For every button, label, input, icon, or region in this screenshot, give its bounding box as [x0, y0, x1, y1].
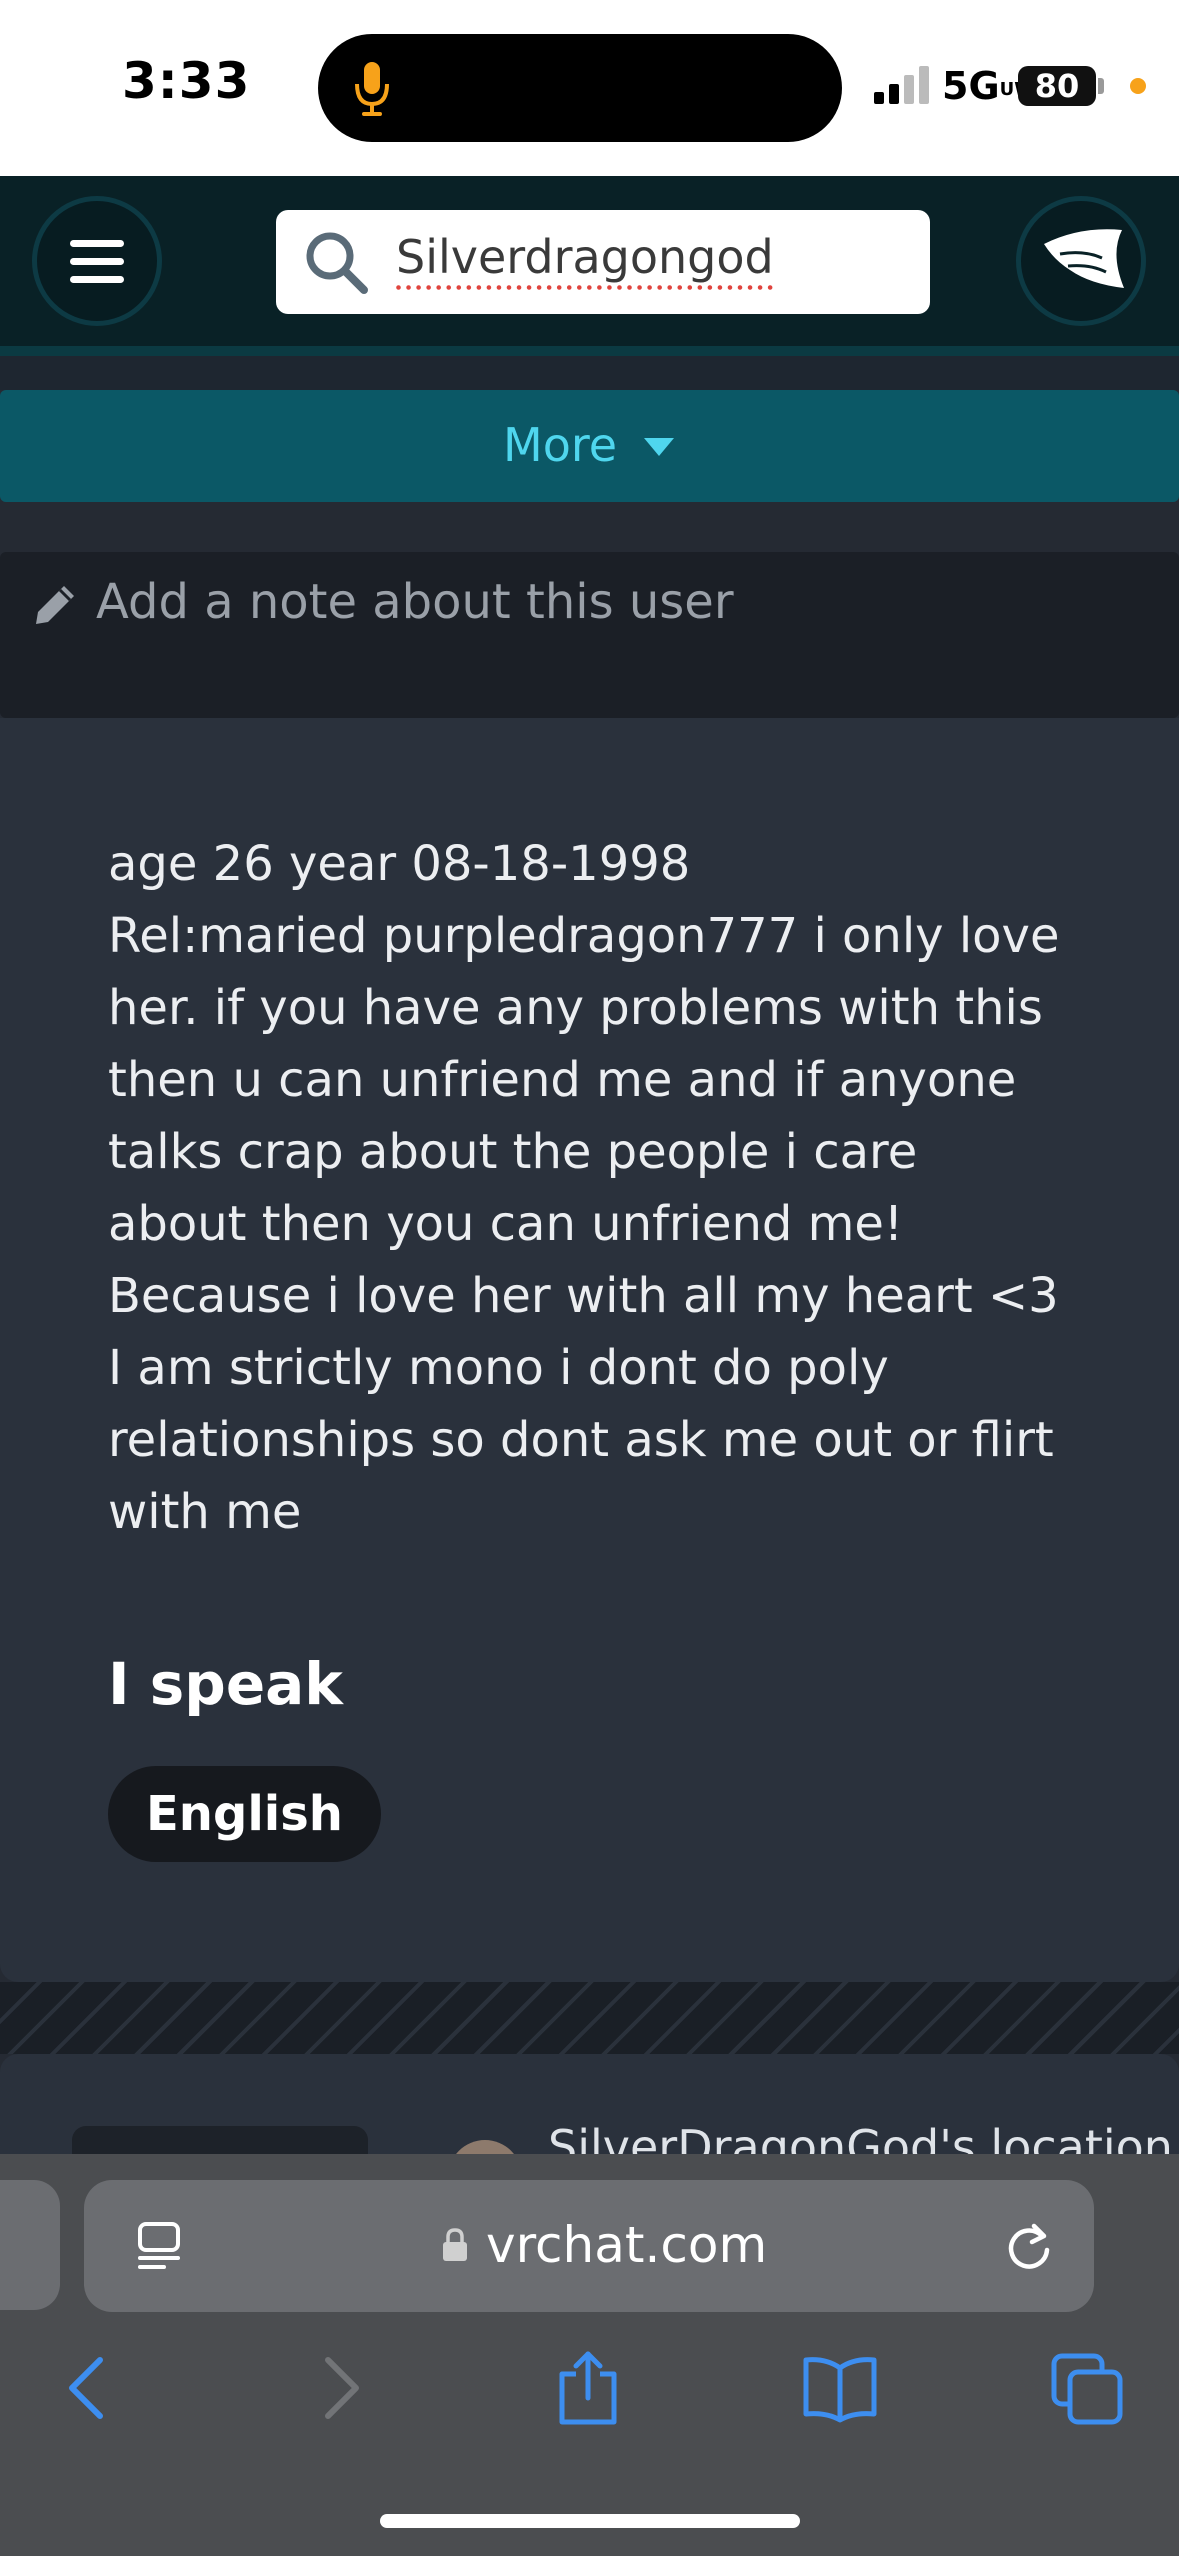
- wing-logo-icon: [1044, 229, 1124, 288]
- share-icon[interactable]: [548, 2348, 628, 2428]
- privacy-indicator-dot: [1130, 78, 1146, 94]
- status-time: 3:33: [122, 52, 251, 110]
- reload-icon[interactable]: [1004, 2222, 1054, 2272]
- languages-heading: I speak: [108, 1650, 343, 1718]
- network-suffix: UW: [1000, 81, 1034, 99]
- microphone-icon: [355, 62, 389, 116]
- battery-tip: [1098, 78, 1104, 94]
- network-label: 5GUW: [942, 64, 1034, 108]
- url-text[interactable]: vrchat.com: [486, 2216, 767, 2274]
- hamburger-icon: [70, 240, 124, 284]
- previous-tab-peek[interactable]: [0, 2180, 60, 2310]
- caret-down-icon: [644, 438, 674, 456]
- dynamic-island: [318, 34, 842, 142]
- page-menu-icon[interactable]: [134, 2220, 184, 2272]
- bookmarks-icon[interactable]: [800, 2348, 880, 2428]
- search-icon: [306, 232, 368, 294]
- pencil-icon: [36, 586, 74, 624]
- forward-icon[interactable]: [300, 2348, 380, 2428]
- language-badge: English: [108, 1766, 381, 1862]
- lock-icon: [443, 2228, 467, 2261]
- search-value[interactable]: Silverdragongod: [396, 230, 774, 284]
- header-divider: [0, 356, 1179, 390]
- battery-indicator: 80: [1018, 66, 1096, 106]
- tabs-icon[interactable]: [1048, 2348, 1128, 2428]
- back-icon[interactable]: [48, 2348, 128, 2428]
- decorative-pattern: [0, 1982, 1179, 2054]
- user-bio: age 26 year 08-18-1998 Rel:maried purple…: [108, 836, 1060, 1540]
- more-label: More: [503, 418, 618, 472]
- home-indicator[interactable]: [380, 2514, 800, 2528]
- note-placeholder: Add a note about this user: [96, 574, 734, 630]
- signal-icon: [874, 66, 929, 104]
